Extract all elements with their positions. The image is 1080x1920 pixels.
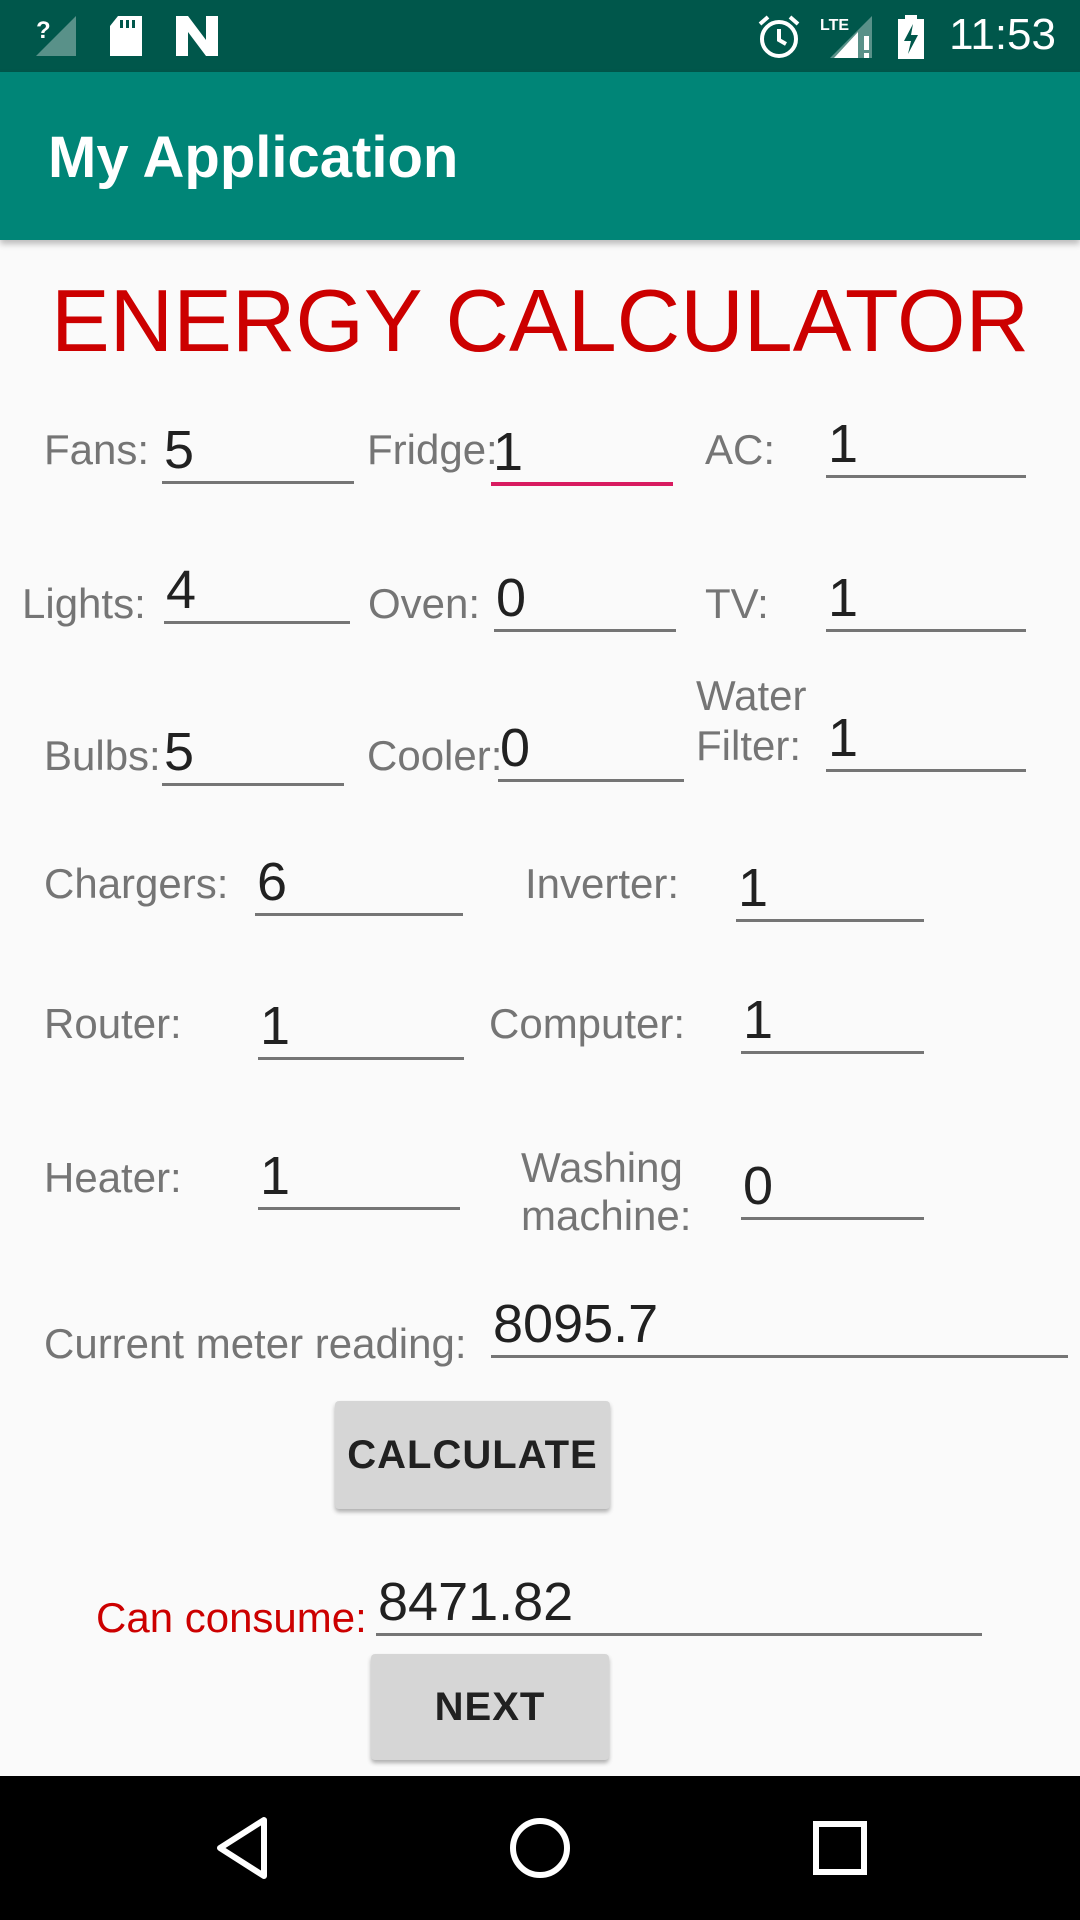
- can-consume-input[interactable]: 8471.82: [376, 1572, 982, 1636]
- app-title: My Application: [48, 125, 459, 190]
- cooler-input[interactable]: 0: [498, 718, 684, 782]
- oven-input[interactable]: 0: [494, 568, 676, 632]
- svg-text:?: ?: [36, 17, 51, 44]
- battery-charging-icon: [898, 15, 924, 59]
- chargers-label: Chargers:: [44, 860, 229, 907]
- water-filter-input[interactable]: 1: [826, 708, 1026, 772]
- fridge-input[interactable]: 1: [491, 422, 673, 486]
- recents-icon[interactable]: [808, 1812, 872, 1884]
- tv-label: TV:: [705, 580, 769, 627]
- heater-label: Heater:: [44, 1154, 182, 1201]
- next-button[interactable]: NEXT: [371, 1654, 609, 1760]
- water-filter-label-line1: Water: [696, 672, 807, 719]
- app-bar: My Application: [0, 72, 1080, 240]
- status-bar: ? LTE 11:53: [0, 0, 1080, 72]
- can-consume-label: Can consume:: [96, 1594, 367, 1641]
- oven-label: Oven:: [368, 580, 481, 627]
- meter-reading-label: Current meter reading:: [44, 1320, 467, 1367]
- washing-machine-label-line1: Washing: [521, 1144, 683, 1191]
- sd-card-icon: [110, 16, 142, 56]
- ac-input[interactable]: 1: [826, 414, 1026, 478]
- fans-label: Fans:: [44, 426, 150, 473]
- meter-reading-input[interactable]: 8095.7: [491, 1294, 1068, 1358]
- inverter-input[interactable]: 1: [736, 858, 924, 922]
- computer-input[interactable]: 1: [741, 990, 924, 1054]
- alarm-icon: [758, 15, 800, 58]
- navigation-bar: [0, 1776, 1080, 1920]
- heater-input[interactable]: 1: [258, 1146, 460, 1210]
- bulbs-input[interactable]: 5: [162, 722, 344, 786]
- ac-label: AC:: [705, 426, 776, 473]
- svg-text:LTE: LTE: [820, 17, 849, 34]
- page-title: ENERGY CALCULATOR: [50, 271, 1030, 370]
- back-icon[interactable]: [212, 1812, 272, 1884]
- chargers-input[interactable]: 6: [255, 852, 463, 916]
- n-logo-icon: [176, 16, 218, 56]
- tv-input[interactable]: 1: [826, 568, 1026, 632]
- router-input[interactable]: 1: [258, 996, 464, 1060]
- lte-signal-icon: LTE: [820, 16, 872, 58]
- signal-unknown-icon: ?: [36, 16, 76, 56]
- fridge-label: Fridge:: [367, 426, 498, 473]
- water-filter-label-line2: Filter:: [696, 722, 801, 769]
- lights-input[interactable]: 4: [164, 560, 350, 624]
- washing-machine-input[interactable]: 0: [741, 1156, 924, 1220]
- bulbs-label: Bulbs:: [44, 732, 161, 779]
- fans-input[interactable]: 5: [162, 420, 354, 484]
- home-icon[interactable]: [504, 1812, 576, 1884]
- inverter-label: Inverter:: [525, 860, 680, 907]
- washing-machine-label-line2: machine:: [521, 1192, 692, 1239]
- computer-label: Computer:: [489, 1000, 686, 1047]
- lights-label: Lights:: [22, 580, 146, 627]
- router-label: Router:: [44, 1000, 182, 1047]
- status-time: 11:53: [949, 10, 1056, 59]
- cooler-label: Cooler:: [367, 732, 503, 779]
- calculate-button[interactable]: CALCULATE: [335, 1401, 610, 1509]
